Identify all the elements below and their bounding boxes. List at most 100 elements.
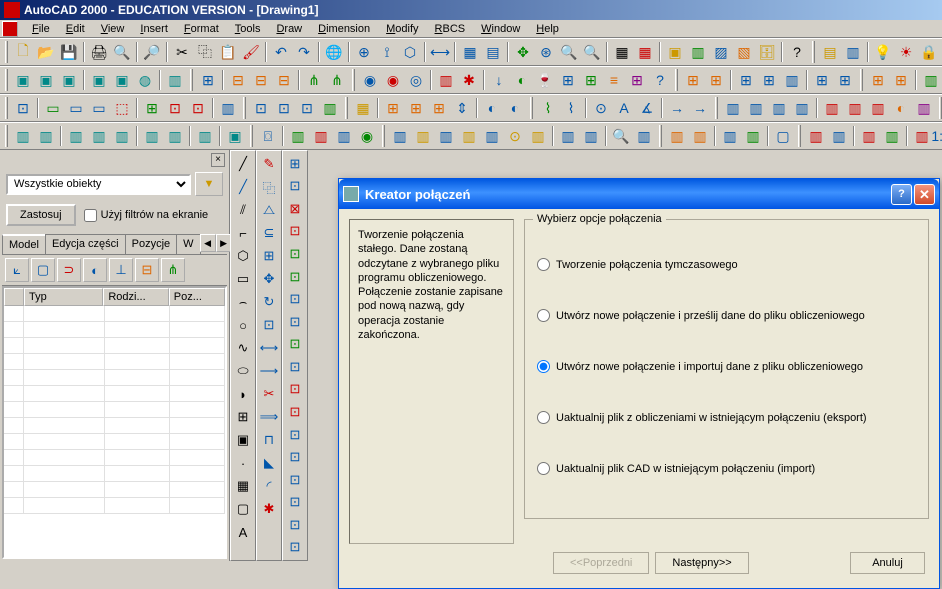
b29-icon[interactable]: ⊞: [735, 69, 757, 91]
d4-icon[interactable]: ▥: [88, 125, 110, 147]
apply-button[interactable]: Zastosuj: [6, 204, 76, 226]
radio-input-2[interactable]: [537, 309, 550, 322]
radio-option-2[interactable]: Utwórz nowe połączenie i prześlij dane d…: [537, 309, 916, 322]
dialog-cancel-button[interactable]: Anuluj: [850, 552, 925, 574]
d9-icon[interactable]: ▣: [224, 125, 246, 147]
v3-1-icon[interactable]: ⊞: [284, 153, 306, 175]
b14-icon[interactable]: ◉: [359, 69, 381, 91]
rect-icon[interactable]: ▭: [232, 268, 254, 290]
radio-input-4[interactable]: [537, 411, 550, 424]
menu-edit[interactable]: Edit: [58, 21, 93, 37]
d13-icon[interactable]: ▥: [333, 125, 355, 147]
c9-icon[interactable]: ▥: [217, 97, 239, 119]
v3-14-icon[interactable]: ⊡: [284, 446, 306, 468]
c11-icon[interactable]: ⊡: [273, 97, 295, 119]
filter-funnel-button[interactable]: ▼: [195, 172, 223, 196]
block-icon[interactable]: ⊞: [232, 406, 254, 428]
fillet-icon[interactable]: ◜: [258, 475, 280, 497]
ucs-icon[interactable]: ⬡: [399, 41, 421, 63]
c29-icon[interactable]: ▥: [745, 97, 767, 119]
mt6-icon[interactable]: ⊟: [135, 258, 159, 282]
paste-icon[interactable]: 📋: [217, 41, 239, 63]
print-icon[interactable]: 🖨: [88, 41, 110, 63]
d12-icon[interactable]: ▥: [310, 125, 332, 147]
b5-icon[interactable]: ▣: [111, 69, 133, 91]
d15-icon[interactable]: ▥: [389, 125, 411, 147]
v3-7-icon[interactable]: ⊡: [284, 288, 306, 310]
t3-icon[interactable]: ▨: [710, 41, 732, 63]
erase-icon[interactable]: ✎: [258, 153, 280, 175]
b34-icon[interactable]: ⊞: [867, 69, 889, 91]
table-row[interactable]: [4, 306, 225, 322]
stretch-icon[interactable]: ⟷: [258, 337, 280, 359]
menu-draw[interactable]: Draw: [268, 21, 310, 37]
toolbar-grip[interactable]: [243, 97, 246, 119]
text-icon[interactable]: A: [232, 521, 254, 543]
b18-icon[interactable]: ✱: [458, 69, 480, 91]
v3-6-icon[interactable]: ⊡: [284, 266, 306, 288]
b3-icon[interactable]: ▣: [58, 69, 80, 91]
move-icon[interactable]: ✥: [258, 268, 280, 290]
t1-icon[interactable]: ▣: [664, 41, 686, 63]
dialog-next-button[interactable]: Następny>>: [655, 552, 748, 574]
toolbar-grip[interactable]: [715, 97, 718, 119]
d3-icon[interactable]: ▥: [65, 125, 87, 147]
table-row[interactable]: [4, 450, 225, 466]
menu-tools[interactable]: Tools: [227, 21, 269, 37]
b25-icon[interactable]: ⊞: [626, 69, 648, 91]
b19-icon[interactable]: ↓: [488, 69, 510, 91]
panel-close-icon[interactable]: ×: [211, 153, 225, 167]
mt1-icon[interactable]: ⟀: [5, 258, 29, 282]
d10-icon[interactable]: ⌼: [257, 125, 279, 147]
undo-icon[interactable]: ↶: [270, 41, 292, 63]
redraw-icon[interactable]: ▦: [459, 41, 481, 63]
d17-icon[interactable]: ▥: [435, 125, 457, 147]
lengthen-icon[interactable]: ⟶: [258, 360, 280, 382]
save-icon[interactable]: 💾: [58, 41, 80, 63]
line-icon[interactable]: ╱: [232, 153, 254, 175]
prop-icon[interactable]: ▦: [611, 41, 633, 63]
v3-10-icon[interactable]: ⊡: [284, 356, 306, 378]
menu-dimension[interactable]: Dimension: [310, 21, 378, 37]
b32-icon[interactable]: ⊞: [811, 69, 833, 91]
dbconn-icon[interactable]: ▦: [634, 41, 656, 63]
d31-icon[interactable]: ▥: [805, 125, 827, 147]
zoom-win-icon[interactable]: 🔍: [558, 41, 580, 63]
tool-icon[interactable]: ▤: [482, 41, 504, 63]
b1-icon[interactable]: ▣: [12, 69, 34, 91]
b24-icon[interactable]: ≡: [603, 69, 625, 91]
t2-icon[interactable]: ▥: [687, 41, 709, 63]
d28-icon[interactable]: ▥: [719, 125, 741, 147]
mt2-icon[interactable]: ▢: [31, 258, 55, 282]
c20-icon[interactable]: ◐: [504, 97, 526, 119]
b6-icon[interactable]: ◍: [134, 69, 156, 91]
c24-icon[interactable]: A: [613, 97, 635, 119]
v3-2-icon[interactable]: ⊡: [284, 176, 306, 198]
tab-w[interactable]: W: [176, 234, 200, 254]
d34-icon[interactable]: ▥: [881, 125, 903, 147]
toolbar-grip[interactable]: [798, 125, 801, 147]
c23-icon[interactable]: ⊙: [590, 97, 612, 119]
find-icon[interactable]: 🔎: [141, 41, 163, 63]
spline-icon[interactable]: ∿: [232, 337, 254, 359]
match-icon[interactable]: 🖌: [240, 41, 262, 63]
d24-icon[interactable]: 🔍: [610, 125, 632, 147]
help-icon[interactable]: ?: [786, 41, 808, 63]
db-icon[interactable]: 🗄: [756, 41, 778, 63]
c2-icon[interactable]: ▭: [42, 97, 64, 119]
toolbar-grip[interactable]: [382, 125, 385, 147]
preview-icon[interactable]: 🔍: [111, 41, 133, 63]
dialog-help-button[interactable]: ?: [891, 184, 912, 205]
toolbar-grip[interactable]: [5, 41, 8, 63]
hatch-icon[interactable]: ▦: [232, 475, 254, 497]
v3-12-icon[interactable]: ⊡: [284, 401, 306, 423]
c25-icon[interactable]: ∡: [636, 97, 658, 119]
toolbar-grip[interactable]: [675, 69, 678, 91]
d29-icon[interactable]: ▥: [742, 125, 764, 147]
b7-icon[interactable]: ▥: [164, 69, 186, 91]
c18-icon[interactable]: ⇕: [451, 97, 473, 119]
b13-icon[interactable]: ⋔: [326, 69, 348, 91]
v3-5-icon[interactable]: ⊡: [284, 243, 306, 265]
v3-11-icon[interactable]: ⊡: [284, 379, 306, 401]
r1-icon[interactable]: ▤: [819, 41, 841, 63]
